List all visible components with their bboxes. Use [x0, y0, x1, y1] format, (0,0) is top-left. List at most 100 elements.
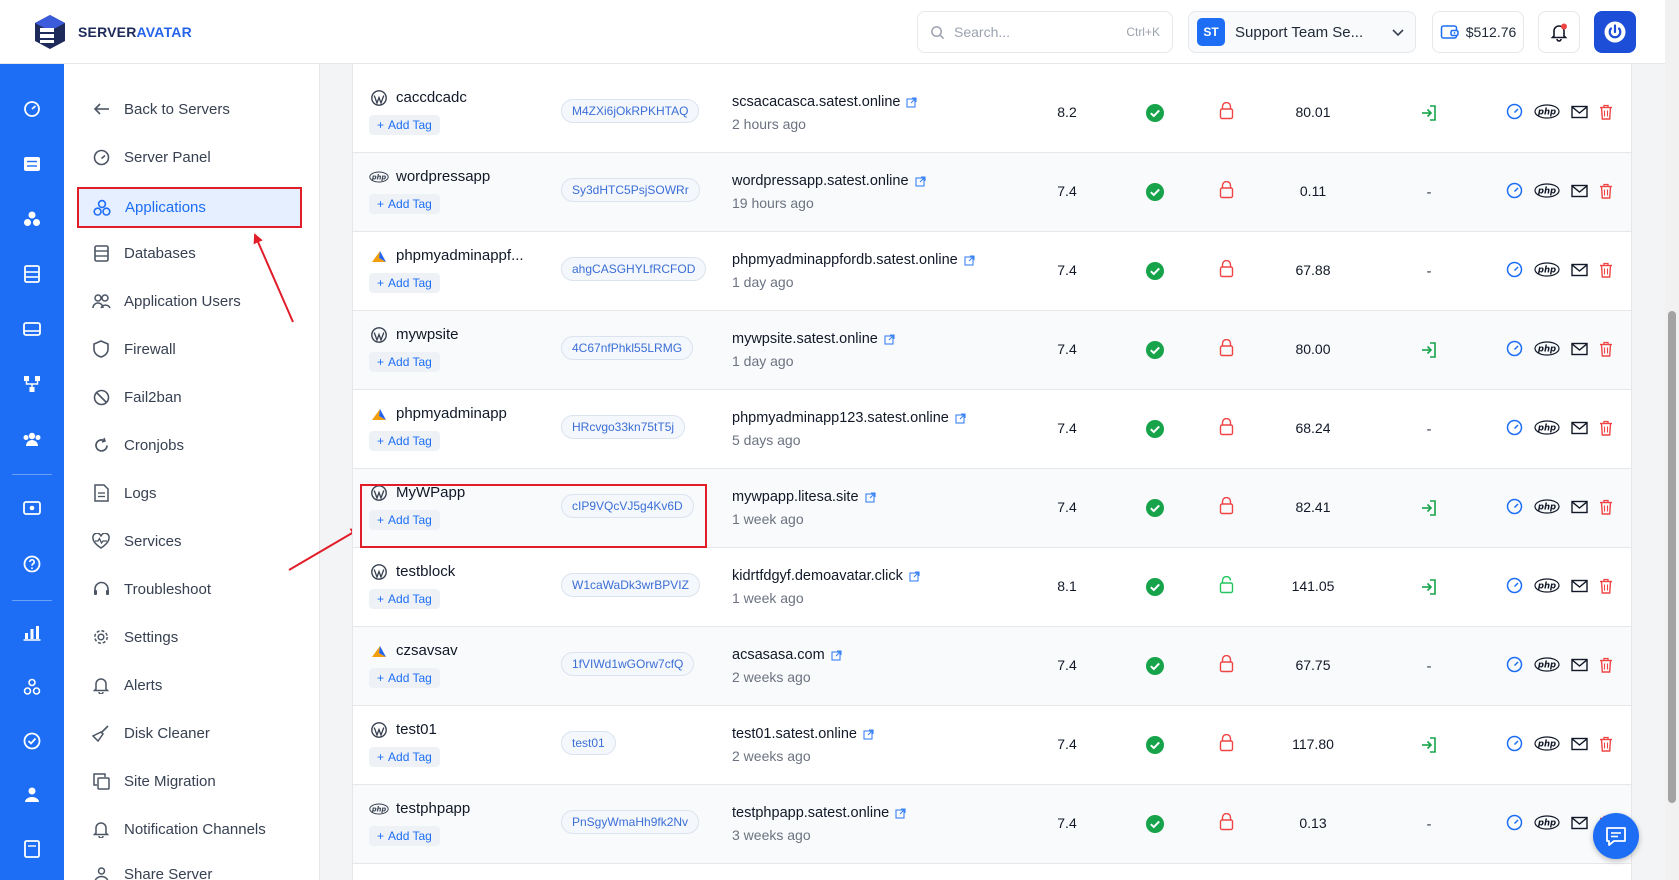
- table-row[interactable]: testblock + Add Tag W1caWaDk3wrBPVIZ kidr…: [353, 548, 1631, 627]
- add-tag-button[interactable]: + Add Tag: [369, 194, 440, 214]
- mail-icon[interactable]: [1571, 105, 1588, 124]
- lock-icon[interactable]: [1219, 733, 1235, 752]
- domain-link[interactable]: mywpapp.litesa.site: [732, 489, 876, 505]
- trash-icon[interactable]: [1599, 183, 1613, 204]
- login-button[interactable]: -: [1419, 656, 1439, 676]
- app-name[interactable]: test01: [396, 721, 437, 738]
- gauge-icon[interactable]: [1506, 182, 1523, 204]
- lock-icon[interactable]: [1219, 101, 1235, 120]
- trash-icon[interactable]: [1599, 736, 1613, 757]
- trash-icon[interactable]: [1599, 420, 1613, 441]
- lock-icon[interactable]: [1219, 417, 1235, 436]
- system-user-badge[interactable]: 4C67nfPhkl55LRMG: [561, 336, 694, 360]
- system-user-badge[interactable]: PnSgyWmaHh9fk2Nv: [561, 810, 700, 834]
- scrollbar-thumb[interactable]: [1668, 311, 1676, 803]
- system-user-badge[interactable]: M4ZXi6jOkRPKHTAQ: [561, 99, 700, 123]
- add-tag-button[interactable]: + Add Tag: [369, 431, 440, 451]
- domain-link[interactable]: acsasasa.com: [732, 647, 842, 663]
- app-name[interactable]: czsavsav: [396, 642, 458, 659]
- app-name[interactable]: wordpressapp: [396, 168, 490, 185]
- system-user-badge[interactable]: HRcvgo33kn75tT5j: [561, 415, 686, 439]
- table-row[interactable]: php testphpapp + Add Tag PnSgyWmaHh9fk2Nv…: [353, 785, 1631, 864]
- unlock-icon[interactable]: [1219, 575, 1235, 594]
- lock-icon[interactable]: [1219, 259, 1235, 278]
- login-button[interactable]: [1419, 498, 1439, 518]
- domain-link[interactable]: phpmyadminapp123.satest.online: [732, 410, 966, 426]
- trash-icon[interactable]: [1599, 657, 1613, 678]
- php-settings-icon[interactable]: php: [1534, 420, 1560, 440]
- app-name[interactable]: testphpapp: [396, 800, 470, 817]
- gauge-icon[interactable]: [1506, 340, 1523, 362]
- trash-icon[interactable]: [1599, 499, 1613, 520]
- domain-link[interactable]: testphpapp.satest.online: [732, 805, 906, 821]
- lock-icon[interactable]: [1219, 812, 1235, 831]
- domain-link[interactable]: wordpressapp.satest.online: [732, 173, 926, 189]
- gauge-icon[interactable]: [1506, 498, 1523, 520]
- app-name[interactable]: testblock: [396, 563, 455, 580]
- mail-icon[interactable]: [1571, 263, 1588, 282]
- gauge-icon[interactable]: [1506, 735, 1523, 757]
- table-row[interactable]: mywpsite + Add Tag 4C67nfPhkl55LRMG mywps…: [353, 311, 1631, 390]
- system-user-badge[interactable]: Sy3dHTC5PsjSOWRr: [561, 178, 700, 202]
- mail-icon[interactable]: [1571, 579, 1588, 598]
- php-settings-icon[interactable]: php: [1534, 578, 1560, 598]
- mail-icon[interactable]: [1571, 342, 1588, 361]
- app-name[interactable]: phpmyadminapp: [396, 405, 507, 422]
- login-button[interactable]: [1419, 735, 1439, 755]
- mail-icon[interactable]: [1571, 500, 1588, 519]
- lock-icon[interactable]: [1219, 180, 1235, 199]
- gauge-icon[interactable]: [1506, 814, 1523, 836]
- add-tag-button[interactable]: + Add Tag: [369, 747, 440, 767]
- app-name[interactable]: MyWPapp: [396, 484, 465, 501]
- domain-link[interactable]: kidrtfdgyf.demoavatar.click: [732, 568, 920, 584]
- add-tag-button[interactable]: + Add Tag: [369, 352, 440, 372]
- add-tag-button[interactable]: + Add Tag: [369, 589, 440, 609]
- php-settings-icon[interactable]: php: [1534, 736, 1560, 756]
- login-button[interactable]: [1419, 103, 1439, 123]
- php-settings-icon[interactable]: php: [1534, 262, 1560, 282]
- trash-icon[interactable]: [1599, 578, 1613, 599]
- php-settings-icon[interactable]: php: [1534, 657, 1560, 677]
- php-settings-icon[interactable]: php: [1534, 183, 1560, 203]
- php-settings-icon[interactable]: php: [1534, 341, 1560, 361]
- gauge-icon[interactable]: [1506, 419, 1523, 441]
- lock-icon[interactable]: [1219, 338, 1235, 357]
- trash-icon[interactable]: [1599, 262, 1613, 283]
- lock-icon[interactable]: [1219, 496, 1235, 515]
- system-user-badge[interactable]: ahgCASGHYLfRCFOD: [561, 257, 707, 281]
- system-user-badge[interactable]: cIP9VQcVJ5g4Kv6D: [561, 494, 694, 518]
- domain-link[interactable]: test01.satest.online: [732, 726, 874, 742]
- table-row[interactable]: phpmyadminapp + Add Tag HRcvgo33kn75tT5j …: [353, 390, 1631, 469]
- login-button[interactable]: [1419, 340, 1439, 360]
- gauge-icon[interactable]: [1506, 261, 1523, 283]
- mail-icon[interactable]: [1571, 184, 1588, 203]
- login-button[interactable]: -: [1419, 261, 1439, 281]
- mail-icon[interactable]: [1571, 658, 1588, 677]
- app-name[interactable]: caccdcadc: [396, 89, 467, 106]
- table-row[interactable]: MyWPapp + Add Tag cIP9VQcVJ5g4Kv6D mywpap…: [353, 469, 1631, 548]
- system-user-badge[interactable]: test01: [561, 731, 616, 755]
- add-tag-button[interactable]: + Add Tag: [369, 510, 440, 530]
- gauge-icon[interactable]: [1506, 103, 1523, 125]
- mail-icon[interactable]: [1571, 816, 1588, 835]
- login-button[interactable]: [1419, 577, 1439, 597]
- table-row[interactable]: test01 + Add Tag test01 test01.satest.onl…: [353, 706, 1631, 785]
- domain-link[interactable]: mywpsite.satest.online: [732, 331, 895, 347]
- lock-icon[interactable]: [1219, 654, 1235, 673]
- app-name[interactable]: mywpsite: [396, 326, 459, 343]
- php-settings-icon[interactable]: php: [1534, 499, 1560, 519]
- gauge-icon[interactable]: [1506, 656, 1523, 678]
- mail-icon[interactable]: [1571, 421, 1588, 440]
- trash-icon[interactable]: [1599, 341, 1613, 362]
- table-row[interactable]: caccdcadc + Add Tag M4ZXi6jOkRPKHTAQ scsa…: [353, 74, 1631, 153]
- php-settings-icon[interactable]: php: [1534, 104, 1560, 124]
- php-settings-icon[interactable]: php: [1534, 815, 1560, 835]
- table-row[interactable]: phpmyadminappf... + Add Tag ahgCASGHYLfRC…: [353, 232, 1631, 311]
- domain-link[interactable]: phpmyadminappfordb.satest.online: [732, 252, 975, 268]
- login-button[interactable]: -: [1419, 182, 1439, 202]
- add-tag-button[interactable]: + Add Tag: [369, 668, 440, 688]
- gauge-icon[interactable]: [1506, 577, 1523, 599]
- app-name[interactable]: phpmyadminappf...: [396, 247, 524, 264]
- add-tag-button[interactable]: + Add Tag: [369, 826, 440, 846]
- table-row[interactable]: czsavsav + Add Tag 1fVIWd1wGOrw7cfQ acsas…: [353, 627, 1631, 706]
